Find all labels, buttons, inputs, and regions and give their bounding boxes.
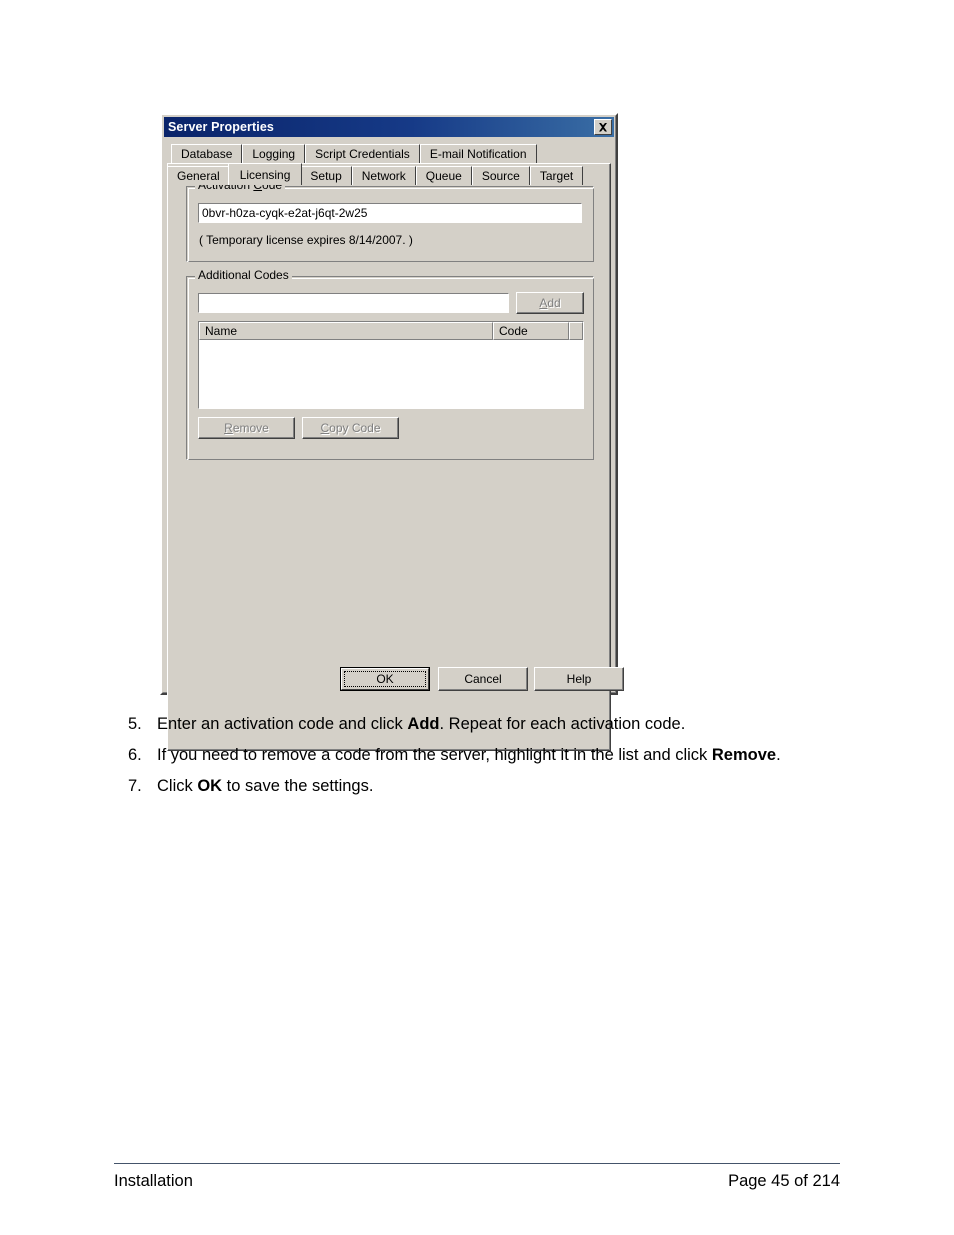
instruction-step: 7. Click OK to save the settings. bbox=[128, 774, 848, 799]
close-icon[interactable] bbox=[594, 119, 612, 135]
column-header-spacer[interactable] bbox=[569, 322, 583, 340]
column-header-code[interactable]: Code bbox=[493, 322, 569, 340]
add-button[interactable]: Add bbox=[516, 292, 584, 314]
step-emphasis: OK bbox=[197, 777, 223, 795]
help-button-label: Help bbox=[566, 672, 592, 686]
column-header-name[interactable]: Name bbox=[199, 322, 493, 340]
step-emphasis: Remove bbox=[711, 746, 777, 764]
step-fragment: Click bbox=[157, 777, 198, 795]
list-header: Name Code bbox=[199, 322, 583, 340]
tab-strip: Database Logging Script Credentials E-ma… bbox=[167, 142, 611, 185]
tab-label: General bbox=[177, 169, 220, 183]
tab-database[interactable]: Database bbox=[171, 144, 243, 163]
step-emphasis: Add bbox=[407, 715, 440, 733]
tab-row-upper: Database Logging Script Credentials E-ma… bbox=[167, 142, 611, 163]
activation-code-group: Activation Code 0bvr-h0za-cyqk-e2at-j6qt… bbox=[186, 179, 594, 262]
instruction-step: 5. Enter an activation code and click Add… bbox=[128, 712, 848, 737]
tab-label: E-mail Notification bbox=[429, 147, 527, 161]
tab-script-credentials[interactable]: Script Credentials bbox=[305, 144, 420, 163]
remove-button[interactable]: Remove bbox=[198, 417, 295, 439]
tab-licensing[interactable]: Licensing bbox=[227, 163, 303, 185]
tab-general[interactable]: General bbox=[167, 166, 230, 185]
remove-after: emove bbox=[232, 421, 269, 435]
tab-queue[interactable]: Queue bbox=[415, 166, 472, 185]
additional-codes-list[interactable]: Name Code bbox=[198, 321, 584, 409]
additional-codes-group: Additional Codes Add Name Code Remove Co… bbox=[186, 269, 594, 460]
tab-label: Licensing bbox=[239, 167, 291, 182]
tab-label: Queue bbox=[425, 169, 462, 183]
tab-label: Source bbox=[481, 169, 520, 183]
instruction-steps: 5. Enter an activation code and click Add… bbox=[128, 712, 848, 805]
remove-button-label: Remove bbox=[224, 421, 269, 435]
server-properties-dialog: Server Properties Database Logging Scrip… bbox=[160, 113, 624, 751]
copy-code-button[interactable]: Copy Code bbox=[302, 417, 399, 439]
activation-code-input[interactable]: 0bvr-h0za-cyqk-e2at-j6qt-2w25 bbox=[198, 203, 582, 223]
help-button[interactable]: Help bbox=[534, 667, 624, 691]
step-text: Enter an activation code and click Add. … bbox=[157, 712, 848, 737]
step-fragment: . bbox=[776, 746, 781, 764]
step-number: 6. bbox=[128, 746, 142, 764]
footer-section-label: Installation bbox=[114, 1172, 193, 1190]
group-bevel bbox=[188, 188, 594, 262]
tab-network[interactable]: Network bbox=[351, 166, 416, 185]
licensing-tab-panel: Activation Code 0bvr-h0za-cyqk-e2at-j6qt… bbox=[167, 163, 611, 751]
additional-codes-group-title: Additional Codes bbox=[195, 269, 292, 282]
step-number: 5. bbox=[128, 715, 142, 733]
copy-code-button-label: Copy Code bbox=[320, 421, 380, 435]
ok-button-label: OK bbox=[376, 672, 394, 686]
footer-page-number: Page 45 of 214 bbox=[728, 1172, 840, 1190]
page-footer: Installation Page 45 of 214 bbox=[114, 1172, 840, 1191]
tab-label: Setup bbox=[310, 169, 342, 183]
tab-label: Logging bbox=[252, 147, 296, 161]
tab-logging[interactable]: Logging bbox=[242, 144, 306, 163]
tab-label: Network bbox=[361, 169, 406, 183]
tab-label: Script Credentials bbox=[315, 147, 410, 161]
license-expiry-note: ( Temporary license expires 8/14/2007. ) bbox=[199, 233, 413, 247]
tab-email-notification[interactable]: E-mail Notification bbox=[419, 144, 537, 163]
copy-accel: C bbox=[320, 421, 330, 435]
list-rows[interactable] bbox=[199, 340, 583, 408]
ok-button[interactable]: OK bbox=[340, 667, 430, 691]
dialog-title: Server Properties bbox=[168, 120, 274, 134]
instruction-step: 6. If you need to remove a code from the … bbox=[128, 743, 848, 768]
step-text: Click OK to save the settings. bbox=[157, 774, 848, 799]
tab-label: Target bbox=[539, 169, 574, 183]
step-fragment: If you need to remove a code from the se… bbox=[157, 746, 712, 764]
copy-after: opy Code bbox=[329, 421, 381, 435]
tab-setup[interactable]: Setup bbox=[300, 166, 352, 185]
tab-row-lower: General Licensing Setup Network Queue So… bbox=[167, 163, 611, 185]
footer-divider bbox=[114, 1163, 840, 1164]
cancel-button[interactable]: Cancel bbox=[438, 667, 528, 691]
field-bevel bbox=[199, 294, 508, 312]
step-fragment: . Repeat for each activation code. bbox=[439, 715, 686, 733]
step-fragment: Enter an activation code and click bbox=[157, 715, 408, 733]
step-text: If you need to remove a code from the se… bbox=[157, 743, 848, 768]
activation-code-value: 0bvr-h0za-cyqk-e2at-j6qt-2w25 bbox=[202, 206, 368, 220]
cancel-button-label: Cancel bbox=[464, 672, 502, 686]
tab-label: Database bbox=[181, 147, 233, 161]
new-code-input[interactable] bbox=[198, 293, 509, 313]
step-number: 7. bbox=[128, 777, 142, 795]
step-fragment: to save the settings. bbox=[222, 777, 374, 795]
tab-source[interactable]: Source bbox=[471, 166, 530, 185]
dialog-titlebar[interactable]: Server Properties bbox=[164, 117, 614, 137]
tab-target[interactable]: Target bbox=[529, 166, 584, 185]
remove-accel: R bbox=[224, 421, 233, 435]
add-button-label: Add bbox=[539, 296, 560, 310]
add-after: dd bbox=[547, 296, 561, 310]
